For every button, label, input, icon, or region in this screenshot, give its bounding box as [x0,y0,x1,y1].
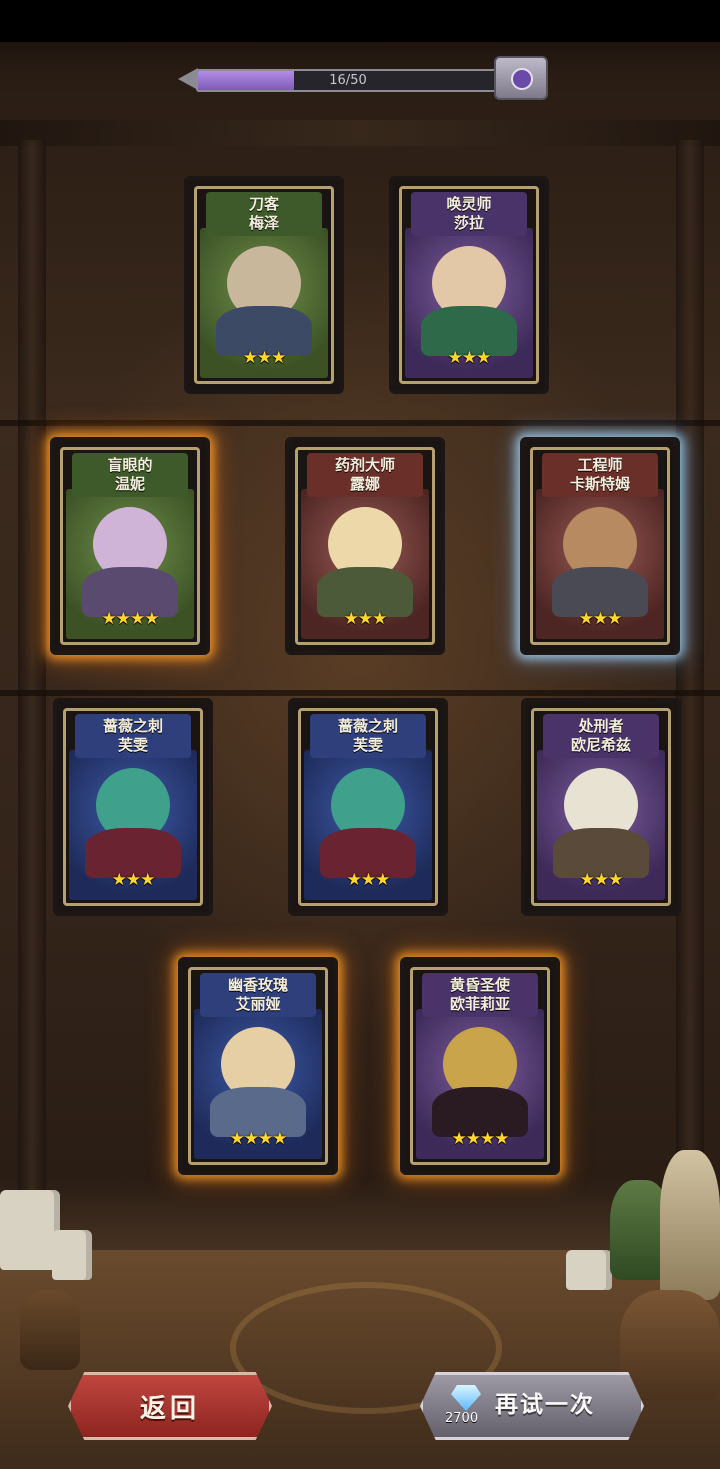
star-rating: ★★★ [346,870,391,890]
hero-card[interactable]: 盲眼的 温妮 ★★★★ [50,437,210,655]
hero-name: 蔷薇之刺 芙雯 [75,714,191,758]
hero-card[interactable]: 唤灵师 莎拉 ★★★ [389,176,549,394]
star-rating: ★★★ [343,609,388,629]
hero-card[interactable]: 黄昏圣使 欧菲莉亚 ★★★★ [400,957,560,1175]
hero-name: 幽香玫瑰 艾丽娅 [200,973,316,1017]
progress-text: 16/50 [329,73,367,88]
candle-left-small [52,1230,92,1280]
reward-chest-icon[interactable] [494,56,548,100]
star-rating: ★★★ [111,870,156,890]
hero-card[interactable]: 蔷薇之刺 芙雯 ★★★ [288,698,448,916]
ceiling-beam [0,120,720,146]
hero-card[interactable]: 药剂大师 露娜 ★★★ [285,437,445,655]
bottle-left [20,1290,80,1370]
hero-name: 黄昏圣使 欧菲莉亚 [422,973,538,1017]
hero-name: 盲眼的 温妮 [72,453,188,497]
hero-card[interactable]: 处刑者 欧尼希兹 ★★★ [521,698,681,916]
hero-card[interactable]: 幽香玫瑰 艾丽娅 ★★★★ [178,957,338,1175]
arrow-left-icon [178,68,198,90]
hero-name: 唤灵师 莎拉 [411,192,527,236]
star-rating: ★★★ [578,609,623,629]
star-rating: ★★★ [579,870,624,890]
shelf [0,690,720,696]
pity-progress: 16/50 [178,56,548,100]
sack-right [660,1150,720,1300]
star-rating: ★★★★ [101,609,160,629]
hero-name: 刀客 梅泽 [206,192,322,236]
retry-label: 再试一次 [495,1392,595,1418]
status-bar [0,0,720,42]
gacha-result-screen: 16/50 刀客 梅泽 ★★★ 唤灵师 莎拉 ★★★ 盲眼的 温妮 ★★★★ 药剂大师… [0,0,720,1469]
hero-name: 处刑者 欧尼希兹 [543,714,659,758]
diamond-icon [451,1385,481,1411]
hero-name: 药剂大师 露娜 [307,453,423,497]
hero-card[interactable]: 刀客 梅泽 ★★★ [184,176,344,394]
candle-right [566,1250,612,1290]
star-rating: ★★★★ [229,1129,288,1149]
barrel-right [620,1290,720,1400]
progress-track: 16/50 [196,69,500,92]
retry-cost: 2700 [445,1411,479,1426]
candle-left [0,1190,60,1270]
hero-name: 工程师 卡斯特姆 [542,453,658,497]
hero-card[interactable]: 工程师 卡斯特姆 ★★★ [520,437,680,655]
back-button[interactable]: 返回 [68,1372,272,1440]
hero-card[interactable]: 蔷薇之刺 芙雯 ★★★ [53,698,213,916]
shelf [0,420,720,426]
retry-button[interactable]: 2700 再试一次 [420,1372,644,1440]
star-rating: ★★★ [447,348,492,368]
hero-name: 蔷薇之刺 芙雯 [310,714,426,758]
star-rating: ★★★ [242,348,287,368]
star-rating: ★★★★ [451,1129,510,1149]
